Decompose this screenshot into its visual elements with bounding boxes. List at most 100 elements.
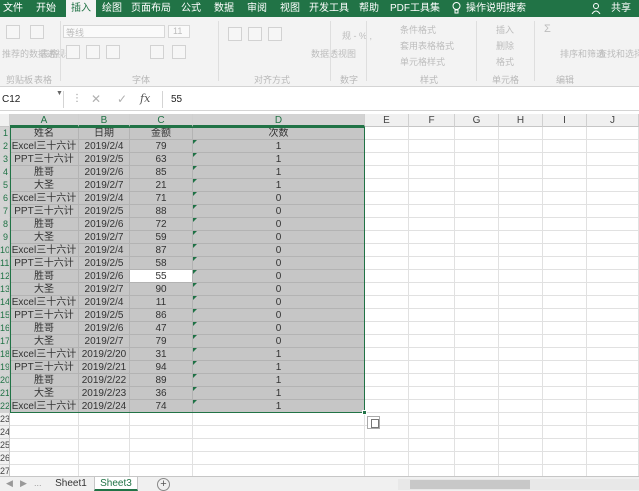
row-header[interactable]: 9 [0, 231, 10, 244]
empty-cell[interactable] [193, 465, 365, 476]
empty-cell[interactable] [10, 426, 79, 439]
empty-cell[interactable] [543, 413, 587, 426]
empty-cell[interactable] [543, 387, 587, 400]
empty-cell[interactable] [499, 244, 543, 257]
empty-cell[interactable] [543, 257, 587, 270]
empty-cell[interactable] [543, 335, 587, 348]
empty-cell[interactable] [455, 335, 499, 348]
row-header[interactable]: 8 [0, 218, 10, 231]
empty-cell[interactable] [365, 465, 409, 476]
empty-cell[interactable] [130, 426, 193, 439]
empty-cell[interactable] [499, 374, 543, 387]
empty-cell[interactable] [587, 452, 639, 465]
empty-cell[interactable] [499, 361, 543, 374]
empty-cell[interactable] [587, 283, 639, 296]
empty-cell[interactable] [499, 166, 543, 179]
empty-cell[interactable] [543, 309, 587, 322]
tell-me-search[interactable]: 操作说明搜索 [466, 0, 526, 17]
row-header[interactable]: 2 [0, 140, 10, 153]
empty-cell[interactable] [365, 348, 409, 361]
empty-cell[interactable] [455, 452, 499, 465]
table-cell[interactable]: 2019/2/5 [79, 205, 130, 218]
row-header[interactable]: 20 [0, 374, 10, 387]
empty-cell[interactable] [499, 218, 543, 231]
column-header-c[interactable]: C [130, 114, 193, 127]
conditional-format-button[interactable]: 条件格式 [400, 23, 436, 36]
table-cell[interactable]: 0 [193, 309, 365, 322]
empty-cell[interactable] [79, 413, 130, 426]
table-cell[interactable]: 2019/2/6 [79, 270, 130, 283]
empty-cell[interactable] [365, 127, 409, 140]
empty-cell[interactable] [587, 439, 639, 452]
table-cell[interactable]: 2019/2/7 [79, 335, 130, 348]
table-cell[interactable]: PPT三十六计 [10, 257, 79, 270]
table-cell[interactable]: Excel三十六计 [10, 400, 79, 413]
row-header[interactable]: 13 [0, 283, 10, 296]
share-button[interactable]: 共享 [611, 0, 631, 17]
empty-cell[interactable] [455, 257, 499, 270]
empty-cell[interactable] [543, 192, 587, 205]
table-cell[interactable]: 1 [193, 400, 365, 413]
empty-cell[interactable] [409, 179, 455, 192]
tab-home[interactable]: 开始 [32, 0, 60, 17]
column-header-g[interactable]: G [455, 114, 499, 127]
tab-review[interactable]: 审阅 [244, 0, 270, 17]
insert-cells-button[interactable]: 插入 [496, 23, 514, 36]
name-box[interactable]: C12 [0, 91, 64, 108]
empty-cell[interactable] [79, 426, 130, 439]
empty-cell[interactable] [543, 348, 587, 361]
empty-cell[interactable] [130, 413, 193, 426]
tab-insert[interactable]: 插入 [66, 0, 96, 17]
empty-cell[interactable] [365, 192, 409, 205]
tab-view[interactable]: 视图 [277, 0, 303, 17]
table-cell[interactable]: 2019/2/5 [79, 257, 130, 270]
row-header[interactable]: 10 [0, 244, 10, 257]
empty-cell[interactable] [455, 296, 499, 309]
empty-cell[interactable] [409, 413, 455, 426]
empty-cell[interactable] [499, 452, 543, 465]
empty-cell[interactable] [455, 322, 499, 335]
header-name[interactable]: 姓名 [10, 127, 79, 140]
empty-cell[interactable] [499, 140, 543, 153]
table-cell[interactable]: 87 [130, 244, 193, 257]
table-cell[interactable]: 21 [130, 179, 193, 192]
cancel-icon[interactable]: ✕ [88, 92, 104, 107]
empty-cell[interactable] [455, 192, 499, 205]
table-cell[interactable]: 大圣 [10, 335, 79, 348]
table-cell[interactable]: 11 [130, 296, 193, 309]
empty-cell[interactable] [409, 140, 455, 153]
table-cell[interactable]: 2019/2/7 [79, 231, 130, 244]
empty-cell[interactable] [587, 166, 639, 179]
table-cell[interactable]: 胜哥 [10, 270, 79, 283]
table-cell[interactable]: 2019/2/20 [79, 348, 130, 361]
empty-cell[interactable] [409, 153, 455, 166]
empty-cell[interactable] [455, 361, 499, 374]
empty-cell[interactable] [409, 374, 455, 387]
horizontal-scrollbar[interactable] [398, 479, 639, 490]
table-cell[interactable]: 2019/2/5 [79, 309, 130, 322]
empty-cell[interactable] [365, 244, 409, 257]
table-cell[interactable]: Excel三十六计 [10, 296, 79, 309]
empty-cell[interactable] [543, 439, 587, 452]
empty-cell[interactable] [543, 426, 587, 439]
table-cell[interactable]: 71 [130, 192, 193, 205]
empty-cell[interactable] [79, 439, 130, 452]
find-select-label[interactable]: 查找和选择 [598, 47, 639, 60]
empty-cell[interactable] [130, 439, 193, 452]
table-cell[interactable]: 0 [193, 205, 365, 218]
empty-cell[interactable] [587, 413, 639, 426]
empty-cell[interactable] [365, 387, 409, 400]
prev-sheet-icon[interactable]: ◀ [6, 478, 13, 489]
empty-cell[interactable] [365, 309, 409, 322]
sheet-tab-sheet3[interactable]: Sheet3 [94, 477, 138, 491]
table-cell[interactable]: 94 [130, 361, 193, 374]
empty-cell[interactable] [193, 452, 365, 465]
column-header-i[interactable]: I [543, 114, 587, 127]
format-as-table-button[interactable]: 套用表格格式 [400, 39, 454, 52]
table-cell[interactable]: 0 [193, 244, 365, 257]
column-header-d[interactable]: D [193, 114, 365, 127]
empty-cell[interactable] [130, 452, 193, 465]
format-cells-button[interactable]: 格式 [496, 55, 514, 68]
empty-cell[interactable] [543, 244, 587, 257]
empty-cell[interactable] [365, 322, 409, 335]
